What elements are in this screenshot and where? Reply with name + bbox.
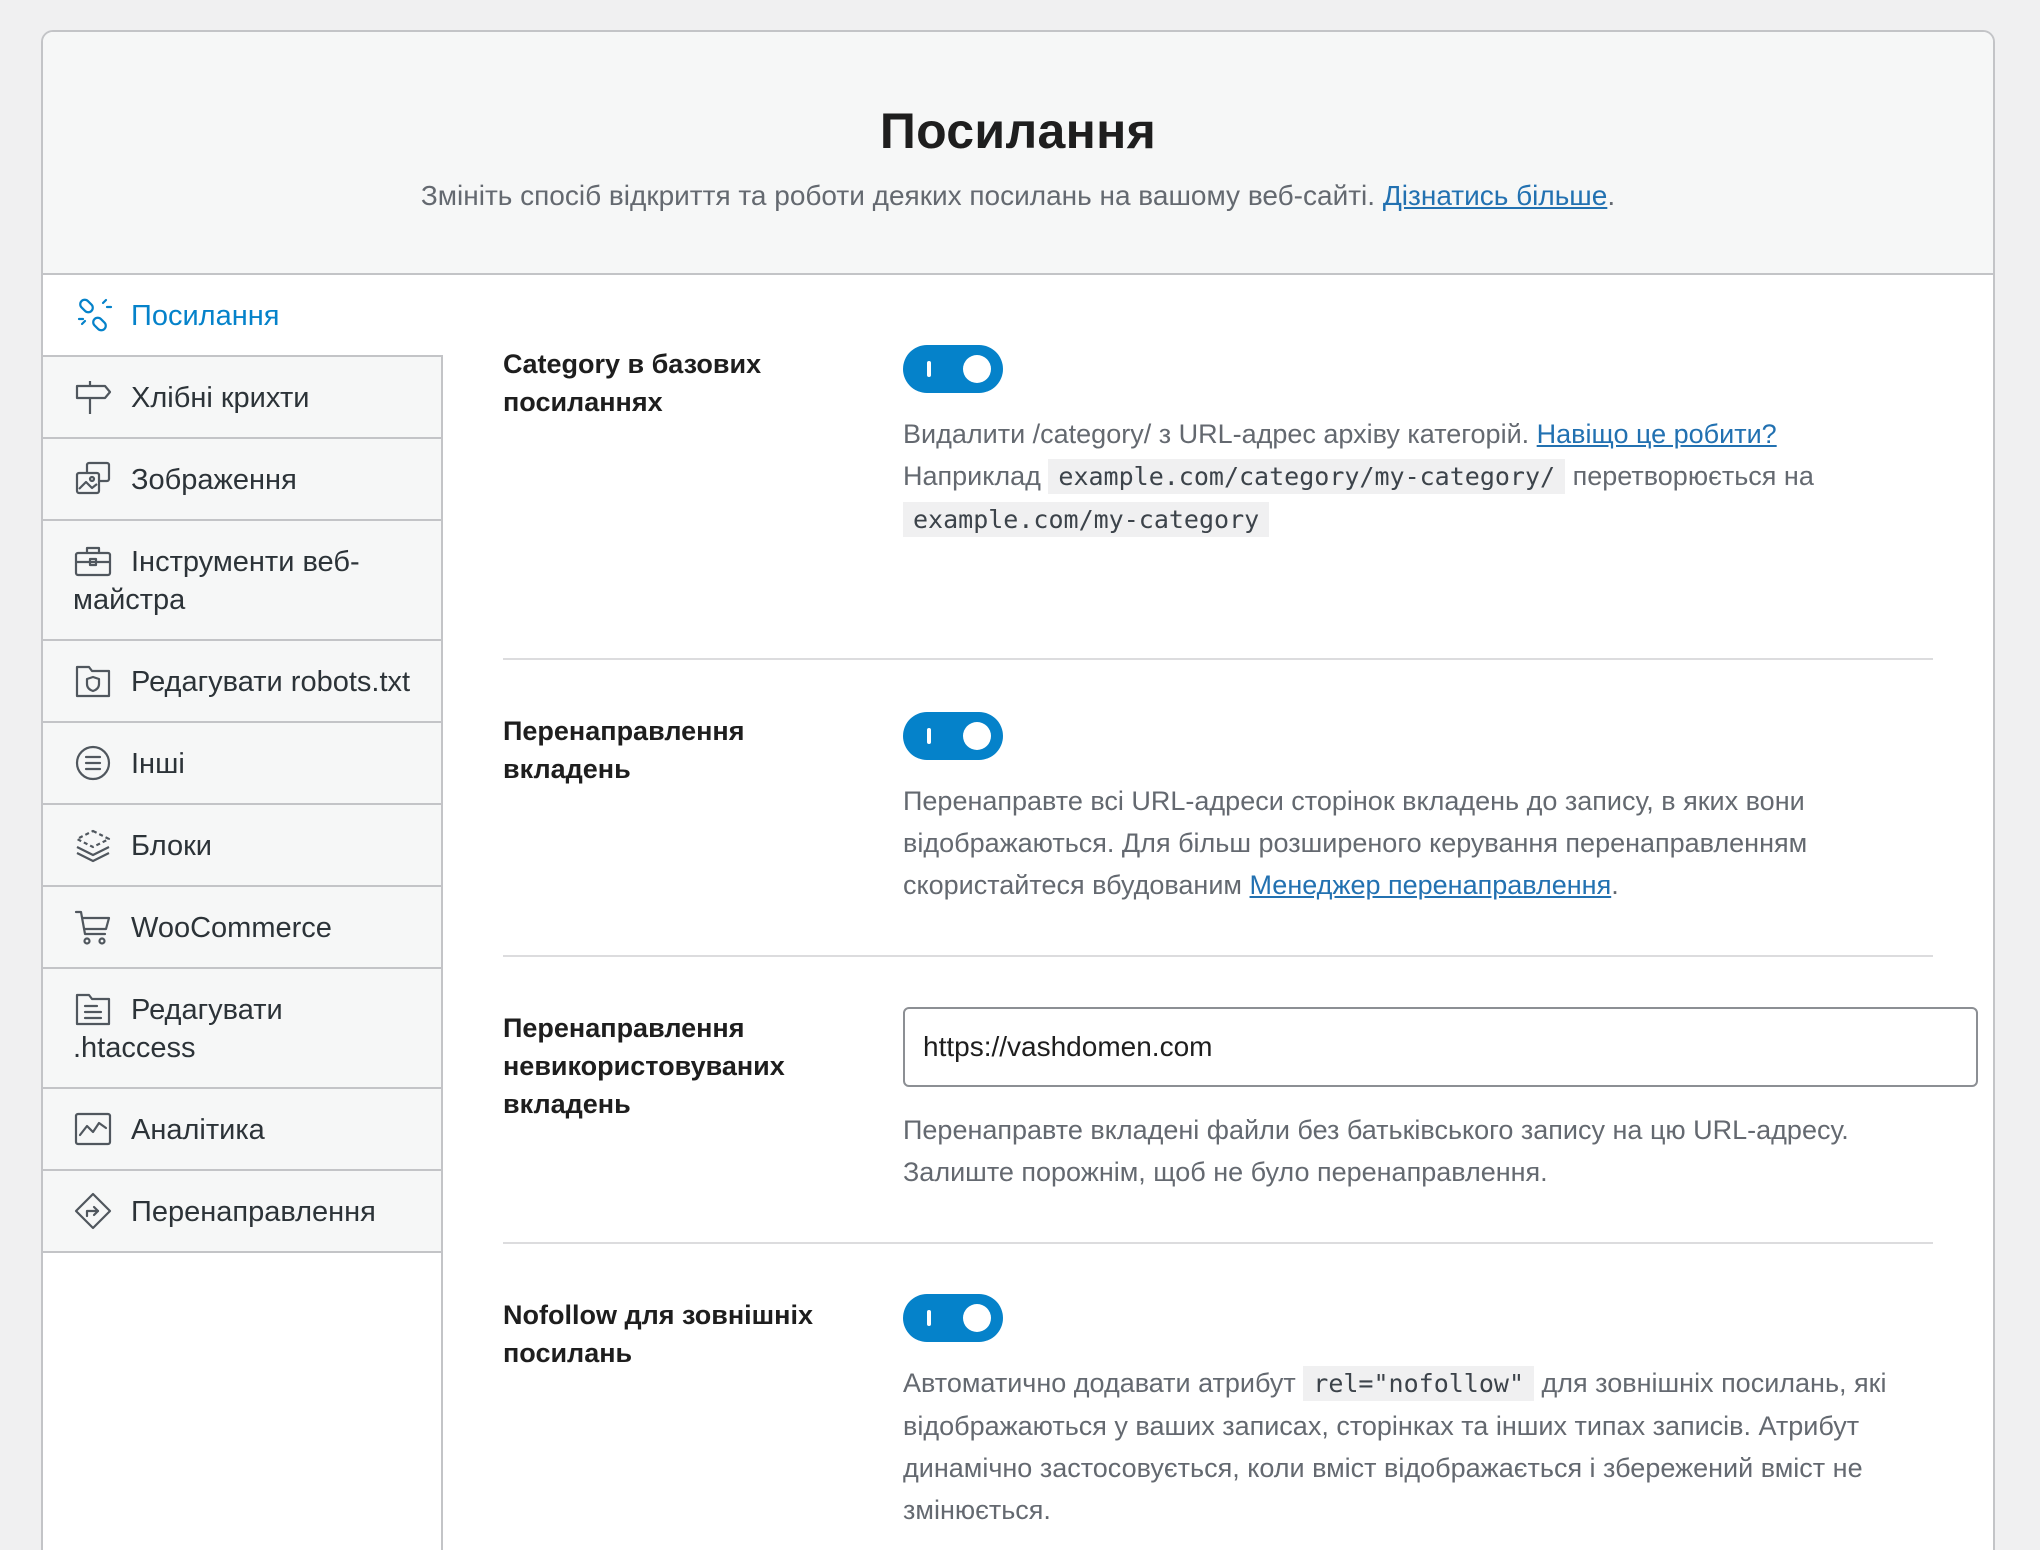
sidebar-item-label: Редагувати robots.txt xyxy=(131,666,411,698)
redirect-icon xyxy=(73,1191,113,1231)
subtitle-text: Змініть спосіб відкриття та роботи деяки… xyxy=(420,180,1376,211)
setting-nofollow: Nofollow для зовнішніх посилань Автомати… xyxy=(503,1244,1933,1550)
sidebar-item-links[interactable]: Посилання xyxy=(43,275,443,357)
sidebar-item-robots-txt[interactable]: Редагувати robots.txt xyxy=(43,641,443,723)
sidebar-item-label: Аналітика xyxy=(131,1114,265,1146)
settings-card: Посилання Змініть спосіб відкриття та ро… xyxy=(41,30,1995,1550)
subtitle-period: . xyxy=(1607,180,1616,211)
page-subtitle: Змініть спосіб відкриття та роботи деяки… xyxy=(43,180,1993,212)
page-header: Посилання Змініть спосіб відкриття та ро… xyxy=(43,32,1993,275)
sidebar-item-label: Інструменти веб-майстра xyxy=(73,546,360,616)
images-icon xyxy=(73,459,113,499)
setting-category-base: Category в базових посиланнях Видалити /… xyxy=(503,275,1933,660)
sidebar-item-label: Хлібні крихти xyxy=(131,382,310,414)
sidebar-item-label: Зображення xyxy=(131,464,297,496)
setting-attachment-redirect: Перенаправлення вкладень Перенаправте вс… xyxy=(503,660,1933,957)
nofollow-toggle[interactable] xyxy=(903,1294,1003,1342)
example-code-after: example.com/my-category xyxy=(903,502,1270,537)
setting-description: Перенаправте вкладені файли без батьківс… xyxy=(903,1115,1849,1187)
orphan-redirect-url-input[interactable] xyxy=(903,1007,1978,1087)
redirect-manager-link[interactable]: Менеджер перенаправлення xyxy=(1250,870,1612,900)
setting-description: Перенаправте всі URL-адреси сторінок вкл… xyxy=(903,786,1808,900)
sidebar-item-other[interactable]: Інші xyxy=(43,723,443,805)
sidebar-item-label: Посилання xyxy=(131,300,280,332)
sidebar-item-label: Перенаправлення xyxy=(131,1196,376,1228)
learn-more-link[interactable]: Дізнатись більше xyxy=(1383,180,1608,211)
sidebar-item-label: Блоки xyxy=(131,830,212,862)
sidebar-item-webmaster-tools[interactable]: Інструменти веб-майстра xyxy=(43,521,443,641)
attachment-redirect-toggle[interactable] xyxy=(903,712,1003,760)
sidebar-item-label: WooCommerce xyxy=(131,912,332,944)
settings-content: Category в базових посиланнях Видалити /… xyxy=(503,275,1978,1550)
setting-description: Автоматично додавати атрибут rel="nofoll… xyxy=(903,1366,1887,1525)
setting-orphan-redirect: Перенаправлення невикористовуваних вклад… xyxy=(503,957,1978,1244)
broken-link-icon xyxy=(73,295,113,335)
sidebar-item-breadcrumbs[interactable]: Хлібні крихти xyxy=(43,357,443,439)
sidebar-item-htaccess[interactable]: Редагувати .htaccess xyxy=(43,969,443,1089)
setting-label: Category в базових посиланнях xyxy=(503,349,762,417)
file-lines-icon xyxy=(73,989,113,1029)
why-do-this-link[interactable]: Навіщо це робити? xyxy=(1537,419,1777,449)
sidebar-item-analytics[interactable]: Аналітика xyxy=(43,1089,443,1171)
analytics-icon xyxy=(73,1109,113,1149)
sidebar-item-blocks[interactable]: Блоки xyxy=(43,805,443,887)
cart-icon xyxy=(73,907,113,947)
setting-label: Перенаправлення невикористовуваних вклад… xyxy=(503,1013,785,1119)
blocks-icon xyxy=(73,825,113,865)
category-base-toggle[interactable] xyxy=(903,345,1003,393)
toolbox-icon xyxy=(73,541,113,581)
setting-label: Nofollow для зовнішніх посилань xyxy=(503,1300,813,1368)
sidebar-filler xyxy=(43,1253,443,1550)
setting-description: Видалити /category/ з URL-адрес архіву к… xyxy=(903,413,1933,541)
setting-label: Перенаправлення вкладень xyxy=(503,716,745,784)
sidebar-nav: Посилання Хлібні крихти Зображення Інстр… xyxy=(43,275,443,1550)
sidebar-item-label: Інші xyxy=(131,748,185,780)
list-circle-icon xyxy=(73,743,113,783)
sidebar-item-woocommerce[interactable]: WooCommerce xyxy=(43,887,443,969)
page-title: Посилання xyxy=(879,103,1157,159)
nofollow-code: rel="nofollow" xyxy=(1303,1366,1534,1401)
example-code-before: example.com/category/my-category/ xyxy=(1048,459,1566,494)
robots-file-icon xyxy=(73,661,113,701)
signpost-icon xyxy=(73,377,113,417)
sidebar-item-images[interactable]: Зображення xyxy=(43,439,443,521)
sidebar-item-redirects[interactable]: Перенаправлення xyxy=(43,1171,443,1253)
